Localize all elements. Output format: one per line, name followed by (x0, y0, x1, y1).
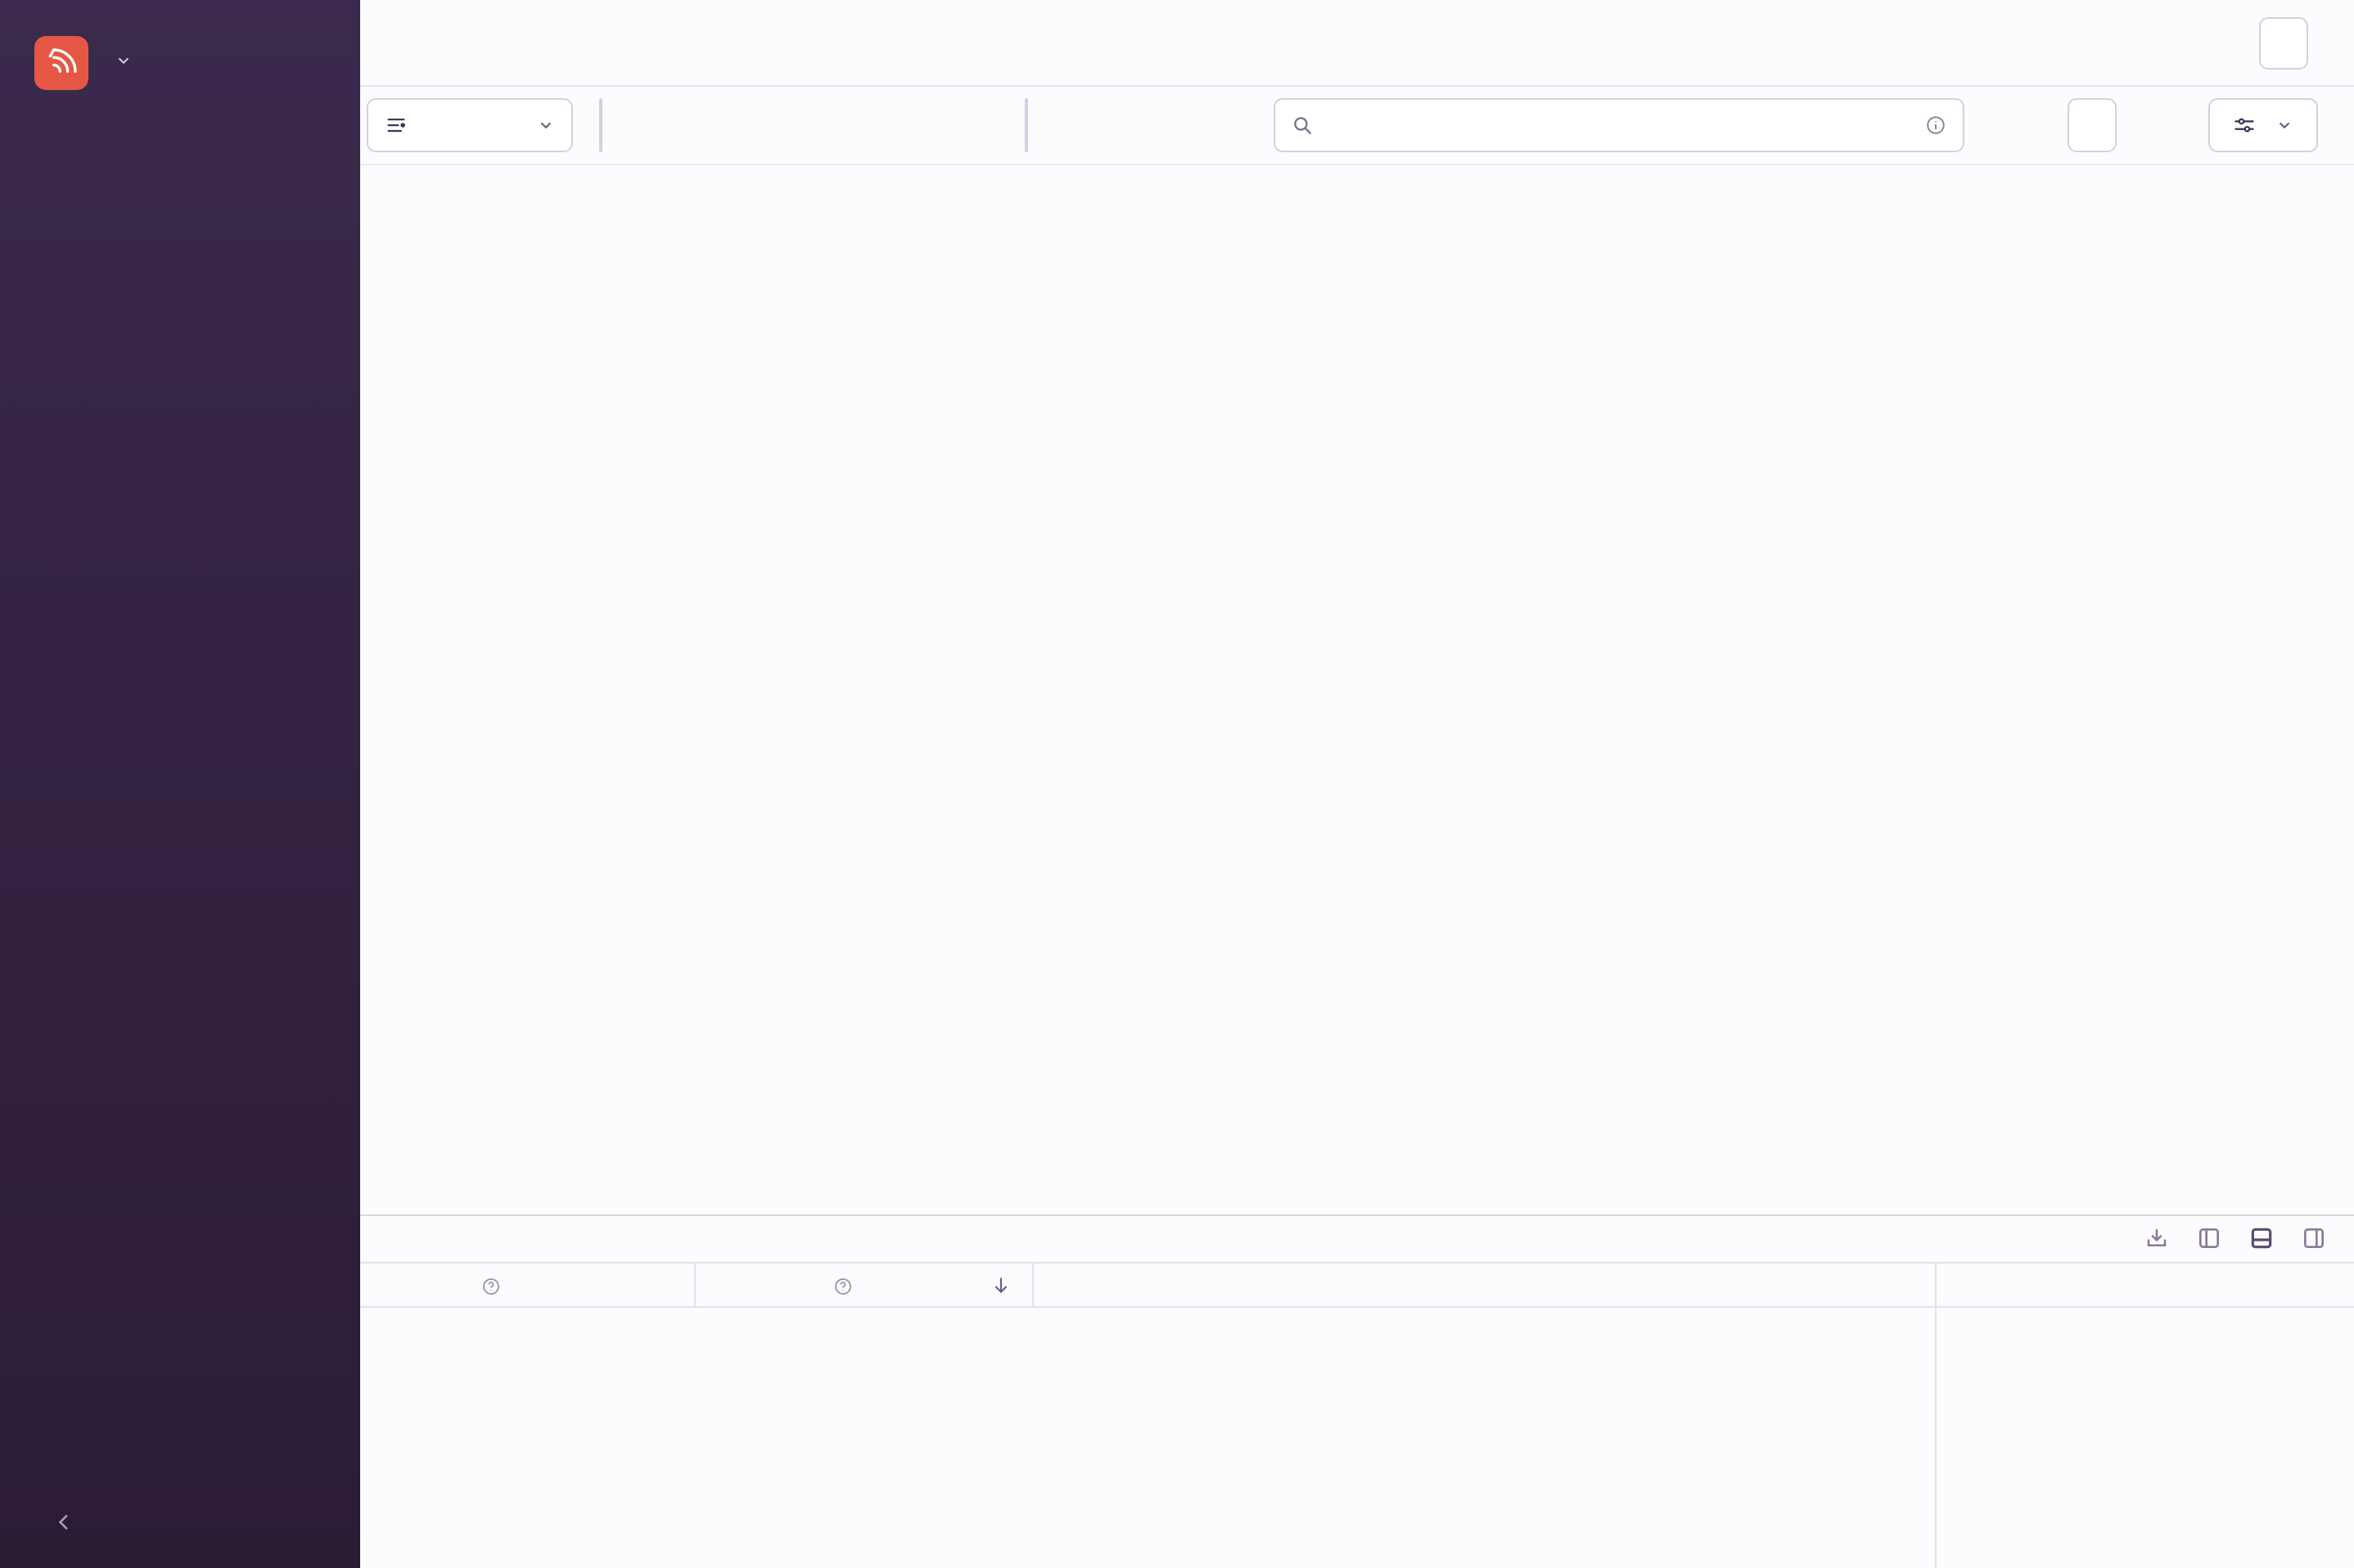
chevron-down-icon (118, 57, 129, 65)
info-icon (1927, 116, 1945, 134)
color-coding-button[interactable] (2208, 98, 2318, 152)
details-tabs (1937, 1264, 2354, 1308)
reset-zoom-button[interactable] (2068, 98, 2117, 152)
layout-bottom-icon[interactable] (2246, 1223, 2277, 1254)
layout-right-icon[interactable] (2298, 1223, 2329, 1254)
chevron-down-icon (540, 122, 552, 129)
thread-select[interactable] (367, 98, 573, 152)
frame-table-tabs (360, 1216, 1935, 1262)
chevron-down-icon (2279, 122, 2290, 129)
frame-table-header (360, 1264, 1935, 1308)
org-switcher[interactable] (106, 52, 133, 70)
flamegraph-toolbar (360, 87, 2354, 165)
sidebar-collapse-button[interactable] (0, 1498, 360, 1547)
sort-desc-icon[interactable] (990, 1275, 1012, 1296)
question-icon (483, 1278, 499, 1295)
search-icon (1294, 117, 1311, 134)
layout-left-icon[interactable] (2194, 1223, 2225, 1254)
sorting-segmented-control (599, 98, 602, 152)
question-icon (835, 1278, 851, 1295)
sentry-logo-icon[interactable] (34, 36, 88, 90)
chevron-left-icon (51, 1508, 79, 1536)
sidebar (0, 0, 360, 1568)
frame-table (360, 1262, 1935, 1568)
main-content (360, 0, 2354, 1568)
page-header (360, 0, 2354, 87)
thread-icon (387, 118, 405, 133)
details-fields (1937, 1308, 2354, 1324)
bottom-panel (360, 1214, 2354, 1568)
go-to-transaction-button[interactable] (2259, 17, 2308, 70)
find-frames-search[interactable] (1274, 98, 1964, 152)
details-panel (1935, 1262, 2354, 1568)
download-icon[interactable] (2141, 1223, 2172, 1254)
sliders-icon (2234, 118, 2254, 133)
flamegraph[interactable] (367, 262, 2354, 1214)
direction-segmented-control (1025, 98, 1028, 152)
frame-table-rows (360, 1309, 1935, 1568)
search-input[interactable] (1324, 112, 1914, 138)
